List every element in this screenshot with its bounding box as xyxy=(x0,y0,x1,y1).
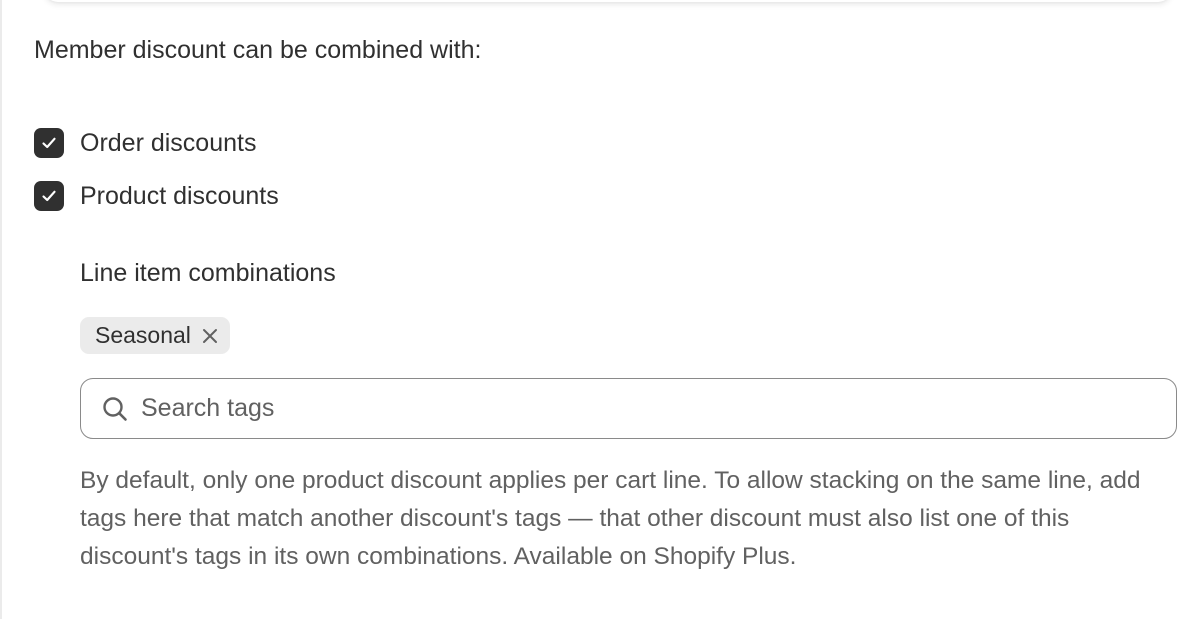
product-discounts-option[interactable]: Product discounts xyxy=(34,181,279,211)
order-discounts-label: Order discounts xyxy=(80,128,257,157)
search-tags-field[interactable] xyxy=(80,378,1177,439)
product-discounts-checkbox[interactable] xyxy=(34,181,64,211)
tag-label: Seasonal xyxy=(95,322,191,348)
close-icon xyxy=(202,328,217,343)
check-icon xyxy=(42,137,56,149)
tag-chip-seasonal: Seasonal xyxy=(80,317,230,354)
check-icon xyxy=(42,190,56,202)
product-discounts-label: Product discounts xyxy=(80,181,279,210)
search-tags-input[interactable] xyxy=(141,394,1141,423)
top-card-edge xyxy=(44,0,1172,2)
line-item-combinations-title: Line item combinations xyxy=(80,259,336,287)
search-icon xyxy=(101,395,129,423)
remove-tag-button[interactable] xyxy=(200,326,220,346)
order-discounts-option[interactable]: Order discounts xyxy=(34,128,256,158)
left-divider xyxy=(0,0,2,619)
order-discounts-checkbox[interactable] xyxy=(34,128,64,158)
combinations-heading: Member discount can be combined with: xyxy=(34,36,482,64)
line-item-help-text: By default, only one product discount ap… xyxy=(80,467,1141,570)
